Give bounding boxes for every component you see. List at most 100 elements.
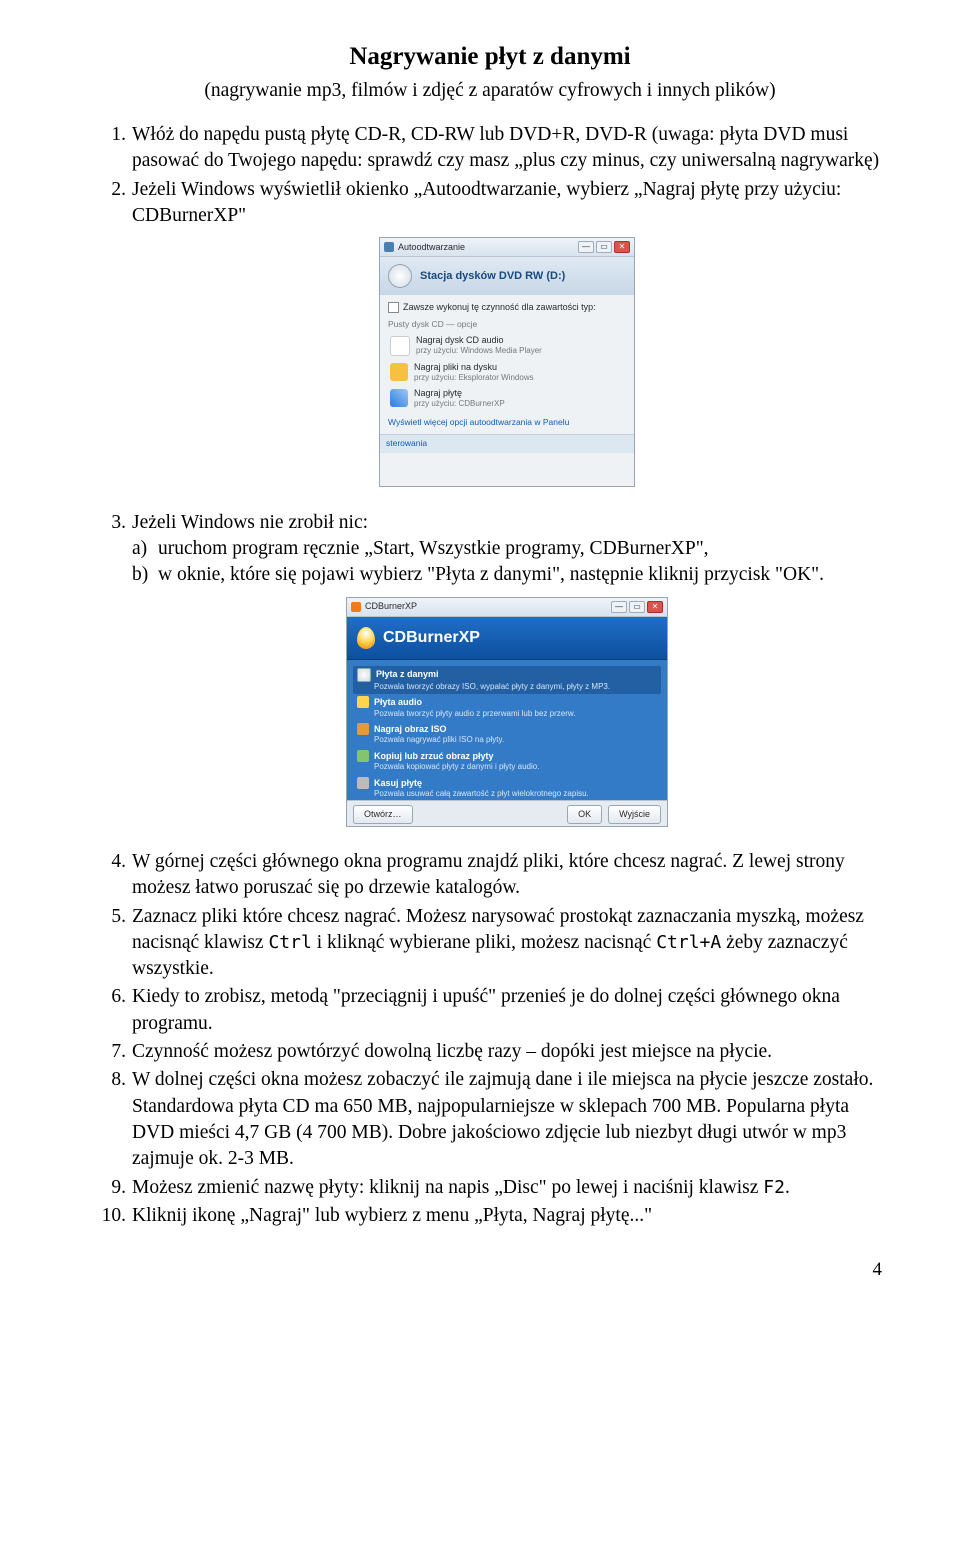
always-label: Zawsze wykonuj tę czynność dla zawartośc… xyxy=(403,301,596,313)
task-subtitle: Pozwala tworzyć obrazy ISO, wypalać płyt… xyxy=(374,682,657,693)
ok-button[interactable]: OK xyxy=(567,805,602,823)
app-banner: CDBurnerXP xyxy=(347,617,667,660)
dialog-title: Autoodtwarzanie xyxy=(398,241,465,253)
task-list: Płyta z danymi Pozwala tworzyć obrazy IS… xyxy=(347,660,667,800)
step-text: Kiedy to zrobisz, metodą "przeciągnij i … xyxy=(132,986,840,1033)
task-subtitle: Pozwala usuwać całą zawartość z płyt wie… xyxy=(374,789,657,800)
drive-label: Stacja dysków DVD RW (D:) xyxy=(420,269,565,284)
step-text-a: Możesz zmienić nazwę płyty: kliknij na n… xyxy=(132,1177,763,1198)
minimize-icon[interactable]: — xyxy=(578,241,594,253)
maximize-icon[interactable]: ▭ xyxy=(629,601,645,613)
step-text: Jeżeli Windows wyświetlił okienko „Autoo… xyxy=(132,179,841,226)
step-text: W dolnej części okna możesz zobaczyć ile… xyxy=(132,1069,873,1169)
task-subtitle: Pozwala nagrywać pliki ISO na płyty. xyxy=(374,735,657,746)
step-9: Możesz zmienić nazwę płyty: kliknij na n… xyxy=(98,1175,882,1201)
task-subtitle: Pozwala kopiować płyty z danymi i płyty … xyxy=(374,762,657,773)
key-ctrl-a: Ctrl+A xyxy=(656,932,721,953)
step-text: Włóż do napędu pustą płytę CD-R, CD-RW l… xyxy=(132,124,879,171)
step-3b: b) w oknie, które się pojawi wybierz "Pł… xyxy=(132,562,882,588)
disc-icon xyxy=(357,668,371,682)
key-ctrl: Ctrl xyxy=(268,932,311,953)
close-icon[interactable]: ✕ xyxy=(647,601,663,613)
checkbox-icon[interactable] xyxy=(388,302,399,313)
open-button[interactable]: Otwórz… xyxy=(353,805,413,823)
step-6: Kiedy to zrobisz, metodą "przeciągnij i … xyxy=(98,984,882,1037)
task-audio-disc[interactable]: Płyta audio Pozwala tworzyć płyty audio … xyxy=(353,694,661,721)
window-buttons: — ▭ ✕ xyxy=(578,241,630,253)
option-title: Nagraj pliki na dysku xyxy=(414,363,534,373)
dialog-titlebar: Autoodtwarzanie — ▭ ✕ xyxy=(380,238,634,257)
step-7: Czynność możesz powtórzyć dowolną liczbę… xyxy=(98,1039,882,1065)
copy-icon xyxy=(357,750,369,762)
step-text-b: i kliknąć wybierane pliki, możesz nacisn… xyxy=(312,932,656,953)
cdburnerxp-window: CDBurnerXP — ▭ ✕ CDBurnerXP Płyta z xyxy=(346,597,668,827)
iso-icon xyxy=(357,723,369,735)
autoplay-option-audio[interactable]: Nagraj dysk CD audio przy użyciu: Window… xyxy=(388,333,626,360)
erase-icon xyxy=(357,777,369,789)
step-text-b: . xyxy=(785,1177,790,1198)
drive-header: Stacja dysków DVD RW (D:) xyxy=(380,257,634,295)
substep-text: uruchom program ręcznie „Start, Wszystki… xyxy=(158,538,709,559)
autoplay-option-cdburnerxp[interactable]: Nagraj płytę przy użyciu: CDBurnerXP xyxy=(388,386,626,413)
dialog-titlebar: CDBurnerXP — ▭ ✕ xyxy=(347,598,667,617)
step-text: Kliknij ikonę „Nagraj" lub wybierz z men… xyxy=(132,1205,652,1226)
figure-cdburnerxp: CDBurnerXP — ▭ ✕ CDBurnerXP Płyta z xyxy=(132,597,882,835)
option-subtitle: przy użyciu: CDBurnerXP xyxy=(414,399,505,410)
step-text: W górnej części głównego okna programu z… xyxy=(132,851,845,898)
option-title: Nagraj dysk CD audio xyxy=(416,336,542,346)
music-note-icon xyxy=(357,696,369,708)
task-subtitle: Pozwala tworzyć płyty audio z przerwami … xyxy=(374,709,657,720)
step-text: Jeżeli Windows nie zrobił nic: xyxy=(132,512,368,533)
step-3-sublist: a) uruchom program ręcznie „Start, Wszys… xyxy=(132,536,882,589)
task-title: Nagraj obraz ISO xyxy=(374,723,447,735)
option-title: Nagraj płytę xyxy=(414,389,505,399)
task-copy-disc[interactable]: Kopiuj lub zrzuć obraz płyty Pozwala kop… xyxy=(353,748,661,775)
minimize-icon[interactable]: — xyxy=(611,601,627,613)
option-subtitle: przy użyciu: Eksplorator Windows xyxy=(414,373,534,384)
doc-subtitle: (nagrywanie mp3, filmów i zdjęć z aparat… xyxy=(98,78,882,104)
key-f2: F2 xyxy=(763,1177,785,1198)
bullet-a: a) xyxy=(132,536,147,562)
group-label: Pusty dysk CD — opcje xyxy=(388,319,626,330)
always-checkbox-row[interactable]: Zawsze wykonuj tę czynność dla zawartośc… xyxy=(388,301,626,313)
task-title: Kasuj płytę xyxy=(374,777,422,789)
step-1: Włóż do napędu pustą płytę CD-R, CD-RW l… xyxy=(98,122,882,175)
burn-icon xyxy=(390,389,408,407)
bullet-b: b) xyxy=(132,562,148,588)
close-icon[interactable]: ✕ xyxy=(614,241,630,253)
task-erase-disc[interactable]: Kasuj płytę Pozwala usuwać całą zawartoś… xyxy=(353,775,661,802)
substep-text: w oknie, które się pojawi wybierz "Płyta… xyxy=(158,564,824,585)
dialog-button-row: Otwórz… OK Wyjście xyxy=(347,800,667,827)
step-8: W dolnej części okna możesz zobaczyć ile… xyxy=(98,1067,882,1172)
autoplay-dialog: Autoodtwarzanie — ▭ ✕ Stacja dysków DVD … xyxy=(379,237,635,487)
dialog-title: CDBurnerXP xyxy=(365,600,417,612)
figure-autoplay: Autoodtwarzanie — ▭ ✕ Stacja dysków DVD … xyxy=(132,237,882,495)
more-options-link[interactable]: Wyświetl więcej opcji autoodtwarzania w … xyxy=(388,413,626,428)
page-number: 4 xyxy=(98,1257,882,1283)
step-3a: a) uruchom program ręcznie „Start, Wszys… xyxy=(132,536,882,562)
autoplay-option-explorer[interactable]: Nagraj pliki na dysku przy użyciu: Ekspl… xyxy=(388,360,626,387)
maximize-icon[interactable]: ▭ xyxy=(596,241,612,253)
step-text: Czynność możesz powtórzyć dowolną liczbę… xyxy=(132,1041,772,1062)
folder-icon xyxy=(390,363,408,381)
step-5: Zaznacz pliki które chcesz nagrać. Możes… xyxy=(98,904,882,983)
task-title: Płyta z danymi xyxy=(376,668,439,680)
window-buttons: — ▭ ✕ xyxy=(611,601,663,613)
disc-icon xyxy=(388,264,412,288)
task-burn-iso[interactable]: Nagraj obraz ISO Pozwala nagrywać pliki … xyxy=(353,721,661,748)
step-2: Jeżeli Windows wyświetlił okienko „Autoo… xyxy=(98,177,882,496)
app-icon xyxy=(384,242,394,252)
document-page: Nagrywanie płyt z danymi (nagrywanie mp3… xyxy=(0,0,960,1323)
step-10: Kliknij ikonę „Nagraj" lub wybierz z men… xyxy=(98,1203,882,1229)
exit-button[interactable]: Wyjście xyxy=(608,805,661,823)
task-title: Płyta audio xyxy=(374,696,422,708)
option-subtitle: przy użyciu: Windows Media Player xyxy=(416,346,542,357)
doc-title: Nagrywanie płyt z danymi xyxy=(98,40,882,74)
task-title: Kopiuj lub zrzuć obraz płyty xyxy=(374,750,494,762)
steps-list: Włóż do napędu pustą płytę CD-R, CD-RW l… xyxy=(98,122,882,1229)
cd-audio-icon xyxy=(390,336,410,356)
dialog-footer: sterowania xyxy=(380,434,634,452)
app-icon xyxy=(351,602,361,612)
step-3: Jeżeli Windows nie zrobił nic: a) urucho… xyxy=(98,510,882,835)
task-data-disc[interactable]: Płyta z danymi Pozwala tworzyć obrazy IS… xyxy=(353,666,661,695)
